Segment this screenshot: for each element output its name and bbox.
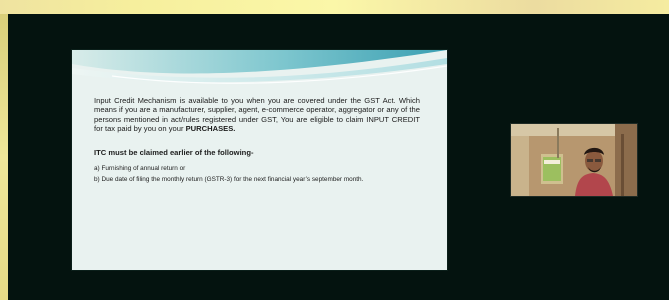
intro-paragraph: Input Credit Mechanism is available to y… xyxy=(94,96,420,134)
purchases-emphasis: PURCHASES. xyxy=(185,124,236,134)
slide-content: Input Credit Mechanism is available to y… xyxy=(94,96,420,187)
presentation-slide: Input Credit Mechanism is available to y… xyxy=(72,50,447,270)
intro-text: Input Credit Mechanism is available to y… xyxy=(94,96,420,134)
itc-conditions-list: a) Furnishing of annual return or b) Due… xyxy=(94,165,420,184)
itc-condition-a: a) Furnishing of annual return or xyxy=(94,164,186,172)
presenter-webcam xyxy=(511,124,637,196)
itc-condition-b: b) Due date of filing the monthly return… xyxy=(94,175,364,183)
itc-heading: ITC must be claimed earlier of the follo… xyxy=(94,147,254,157)
top-yellow-strip xyxy=(0,0,669,14)
slide-wave-header xyxy=(72,50,447,92)
presenter-video-icon xyxy=(511,124,637,196)
video-stage: Input Credit Mechanism is available to y… xyxy=(8,14,669,300)
left-yellow-strip xyxy=(0,14,8,300)
